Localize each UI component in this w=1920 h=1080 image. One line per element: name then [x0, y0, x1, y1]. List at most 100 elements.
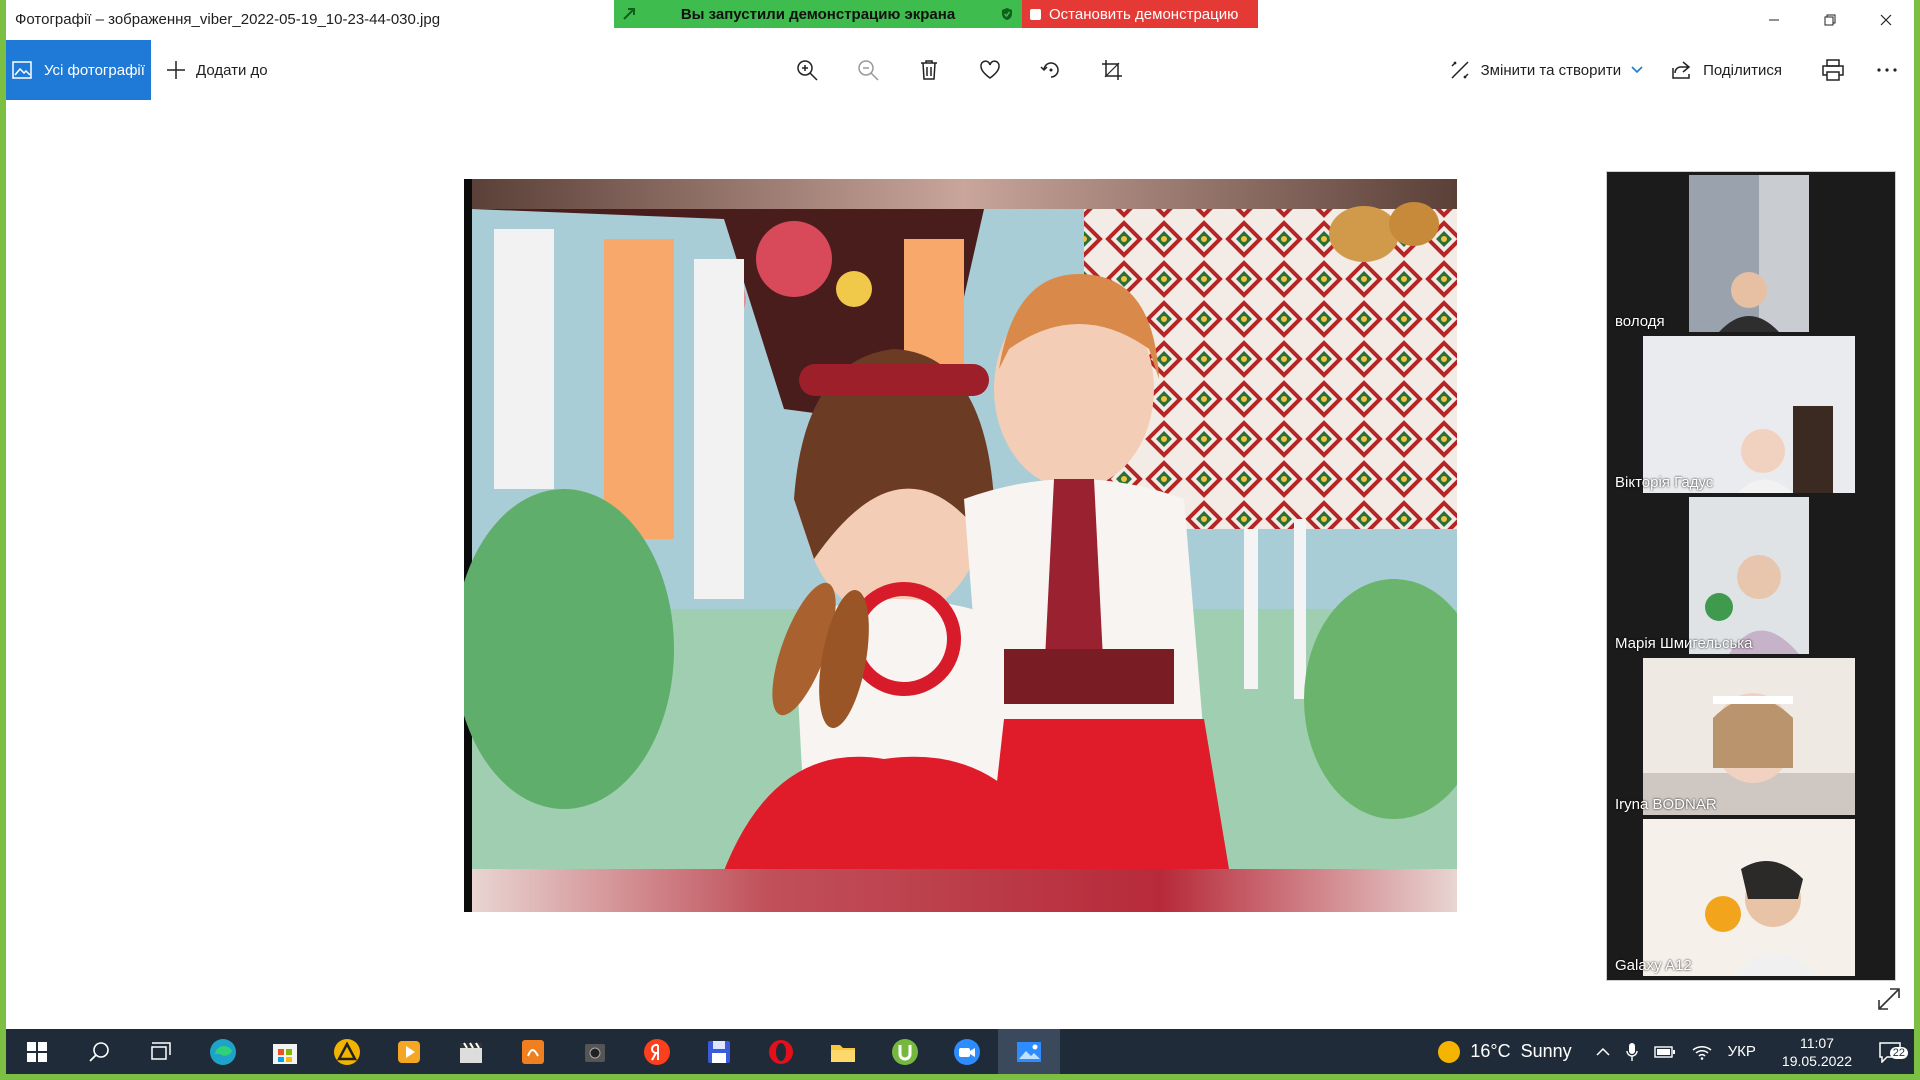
- heart-icon: [979, 60, 1000, 79]
- opera-icon: [769, 1039, 793, 1064]
- weather-temp: 16°C: [1470, 1041, 1511, 1061]
- language-indicator[interactable]: УКР: [1720, 1043, 1764, 1060]
- main-photo[interactable]: [464, 179, 1457, 912]
- restore-button[interactable]: [1802, 0, 1858, 40]
- floppy-icon: [708, 1040, 730, 1063]
- minimize-icon: [1769, 19, 1779, 21]
- more-icon: [1877, 68, 1897, 72]
- notifications-button[interactable]: 22: [1870, 1041, 1914, 1063]
- share-label: Поділитися: [1703, 61, 1782, 79]
- participant-name: володя: [1615, 313, 1665, 330]
- all-photos-button[interactable]: Усі фотографії: [6, 40, 151, 100]
- participant-thumbnail: [1643, 336, 1855, 493]
- windows-icon: [27, 1041, 47, 1062]
- edit-create-button[interactable]: Змінити та створити: [1435, 40, 1657, 100]
- sun-icon: [1438, 1040, 1461, 1063]
- print-button[interactable]: [1796, 40, 1870, 100]
- zoom-out-icon: [857, 60, 879, 81]
- taskbar-edge[interactable]: [192, 1029, 254, 1074]
- shield-icon: [1002, 8, 1012, 20]
- taskbar-yandex[interactable]: [626, 1029, 688, 1074]
- edge-icon: [210, 1038, 236, 1065]
- trash-icon: [920, 60, 937, 80]
- rotate-button[interactable]: [1034, 54, 1067, 87]
- participant-video: [1643, 336, 1855, 493]
- participant-video: [1643, 658, 1855, 815]
- favorite-button[interactable]: [973, 54, 1006, 87]
- notification-count: 22: [1889, 1046, 1908, 1059]
- microphone-icon[interactable]: [1618, 1042, 1646, 1062]
- stop-share-label: Остановить демонстрацию: [1049, 5, 1239, 23]
- stop-share-button[interactable]: Остановить демонстрацию: [1022, 0, 1258, 28]
- weather-widget[interactable]: 16°C Sunny: [1438, 1040, 1587, 1063]
- stop-icon: [1030, 8, 1041, 20]
- participant-tile[interactable]: Марія Шмигельська: [1607, 494, 1895, 654]
- close-button[interactable]: [1858, 0, 1914, 40]
- taskbar-video-editor[interactable]: [440, 1029, 502, 1074]
- weather-condition: Sunny: [1520, 1041, 1572, 1061]
- zoom-out-button[interactable]: [851, 54, 884, 87]
- taskbar-zoom[interactable]: [936, 1029, 998, 1074]
- search-button[interactable]: [68, 1029, 130, 1074]
- window-title: Фотографії – зображення_viber_2022-05-19…: [15, 11, 441, 28]
- clock-time: 11:07: [1799, 1034, 1834, 1051]
- participant-name: Galaxy A12: [1615, 957, 1692, 974]
- crop-icon: [1101, 60, 1122, 80]
- taskbar-media-player[interactable]: [378, 1029, 440, 1074]
- chevron-up-icon[interactable]: [1588, 1047, 1618, 1057]
- taskbar-save-app[interactable]: [688, 1029, 750, 1074]
- participant-tile[interactable]: Galaxy A12: [1607, 816, 1895, 976]
- camera-icon: [585, 1043, 605, 1062]
- pdf-icon: [522, 1039, 544, 1064]
- zoom-video-icon: [954, 1038, 980, 1065]
- search-icon: [89, 1041, 109, 1062]
- delete-button[interactable]: [912, 54, 945, 87]
- chevron-down-icon: [1631, 66, 1643, 74]
- share-button[interactable]: Поділитися: [1657, 40, 1796, 100]
- taskbar-photos[interactable]: [998, 1029, 1060, 1074]
- more-options-button[interactable]: [1870, 40, 1914, 100]
- right-tools: Змінити та створити Поділитися: [1435, 40, 1914, 100]
- taskbar-utorrent[interactable]: [874, 1029, 936, 1074]
- plus-icon: [167, 61, 185, 79]
- expand-icon[interactable]: [1876, 986, 1902, 1012]
- share-indicator-icon: [623, 8, 635, 20]
- clock[interactable]: 11:07 19.05.2022: [1764, 1034, 1870, 1070]
- system-tray: 16°C Sunny УКР 11:07 19.05.2022 22: [1438, 1029, 1914, 1074]
- restore-icon: [1824, 14, 1836, 26]
- task-view-icon: [151, 1041, 171, 1060]
- taskbar-camera-app[interactable]: [564, 1029, 626, 1074]
- photos-app-window: Фотографії – зображення_viber_2022-05-19…: [6, 0, 1914, 1074]
- taskbar-file-explorer[interactable]: [812, 1029, 874, 1074]
- image-tools: [790, 40, 1128, 100]
- taskbar-pdf-reader[interactable]: [502, 1029, 564, 1074]
- edit-create-label: Змінити та створити: [1480, 61, 1622, 79]
- participant-video: [1689, 497, 1809, 654]
- battery-icon[interactable]: [1646, 1045, 1684, 1058]
- taskbar-opera[interactable]: [750, 1029, 812, 1074]
- media-player-icon: [398, 1040, 420, 1063]
- start-button[interactable]: [6, 1029, 68, 1074]
- close-icon: [1880, 14, 1892, 26]
- all-photos-label: Усі фотографії: [44, 61, 145, 79]
- participant-tile[interactable]: Вікторія Гадус: [1607, 333, 1895, 493]
- participant-thumbnail: [1689, 175, 1809, 332]
- zoom-in-button[interactable]: [790, 54, 823, 87]
- taskbar: 16°C Sunny УКР 11:07 19.05.2022 22: [6, 1029, 1914, 1074]
- minimize-button[interactable]: [1746, 0, 1802, 40]
- participant-tile[interactable]: володя: [1607, 172, 1895, 332]
- participant-thumbnail: [1643, 658, 1855, 815]
- task-view-button[interactable]: [130, 1029, 192, 1074]
- photos-icon: [12, 61, 32, 79]
- participant-thumbnail: [1643, 819, 1855, 976]
- print-icon: [1822, 59, 1844, 81]
- wifi-icon[interactable]: [1684, 1044, 1720, 1060]
- participant-video: [1689, 175, 1809, 332]
- participant-tile[interactable]: Iryna BODNAR: [1607, 655, 1895, 815]
- crop-button[interactable]: [1095, 54, 1128, 87]
- participant-name: Вікторія Гадус: [1615, 474, 1714, 491]
- share-status-text: Вы запустили демонстрацию экрана: [680, 5, 956, 23]
- taskbar-store[interactable]: [254, 1029, 316, 1074]
- taskbar-app-triangle[interactable]: [316, 1029, 378, 1074]
- add-to-button[interactable]: Додати до: [166, 40, 268, 100]
